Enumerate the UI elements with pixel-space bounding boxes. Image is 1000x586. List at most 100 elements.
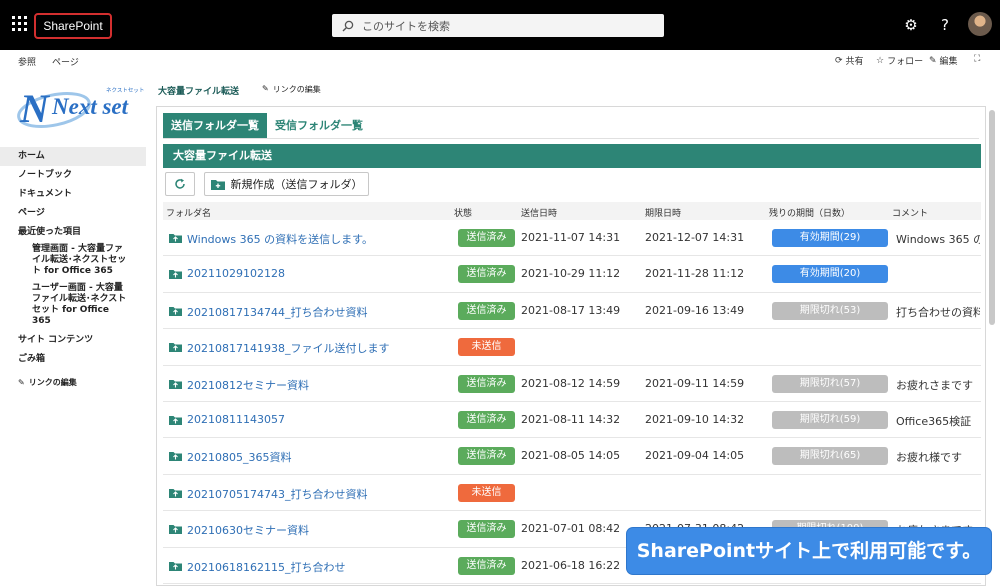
sent-date: 2021-08-12 14:59 [521, 376, 621, 390]
pencil-icon: ✎ [262, 84, 269, 93]
edit-button[interactable]: ✎ 編集 [929, 54, 958, 68]
sent-date: 2021-11-07 14:31 [521, 231, 621, 244]
folder-name-link[interactable]: 20210618162115_打ち合わせ [187, 559, 345, 575]
comment-text: 打ち合わせの資料 [896, 305, 980, 319]
folder-icon [169, 561, 182, 571]
col-sent-date[interactable]: 送信日時 [521, 206, 557, 219]
expire-date: 2021-11-28 11:12 [645, 267, 745, 281]
new-sent-folder-button[interactable]: 新規作成（送信フォルダ） [204, 172, 369, 196]
tab-sent-folders[interactable]: 送信フォルダ一覧 [163, 113, 267, 139]
pencil-icon: ✎ [929, 55, 937, 66]
tab-divider [163, 138, 979, 139]
table-row: 20210817141938_ファイル送付します 未送信 [163, 329, 981, 366]
sharepoint-brand-link[interactable]: SharePoint [34, 13, 112, 39]
command-bar: 参照 ページ ⟳ 共有 ☆ フォロー ✎ 編集 ⛶ [0, 50, 1000, 72]
sent-date: 2021-10-29 11:12 [521, 267, 621, 281]
col-remaining[interactable]: 残りの期間（日数） [769, 206, 850, 219]
nav-item-site-contents[interactable]: サイト コンテンツ [0, 331, 146, 350]
folder-icon-wrap [169, 415, 182, 428]
folder-name-link[interactable]: 20210811143057 [187, 413, 285, 426]
folder-name-link[interactable]: 20210805_365資料 [187, 449, 291, 465]
nextset-logo[interactable]: N Next set ネクストセット [14, 80, 146, 136]
sent-date: 2021-08-05 14:05 [521, 449, 621, 463]
status-badge: 送信済み [458, 374, 515, 393]
focus-mode-icon[interactable]: ⛶ [974, 54, 980, 64]
status-badge: 送信済み [458, 229, 515, 247]
nav-item-recent[interactable]: 最近使った項目 [0, 223, 146, 242]
pencil-icon: ✎ [18, 378, 25, 387]
folder-icon-wrap [169, 451, 182, 464]
share-label: 共有 [845, 57, 864, 67]
expire-date: 2021-09-04 14:05 [645, 449, 745, 463]
sent-date: 2021-07-01 08:42 [521, 522, 621, 536]
site-search-box[interactable]: このサイトを検索 [332, 14, 664, 37]
share-icon: ⟳ [835, 55, 843, 66]
col-expire-date[interactable]: 期限日時 [645, 206, 681, 219]
header-edit-links-label: リンクの編集 [272, 85, 321, 94]
col-comment[interactable]: コメント [892, 206, 928, 219]
logo-text: Next set [51, 94, 129, 119]
col-folder-name[interactable]: フォルダ名 [166, 206, 211, 219]
nav-item-home[interactable]: ホーム [0, 147, 146, 166]
folder-name-link[interactable]: 20210817141938_ファイル送付します [187, 340, 389, 356]
status-badge: 送信済み [458, 301, 515, 320]
folder-icon [169, 379, 182, 389]
folder-name-link[interactable]: 20210705174743_打ち合わせ資料 [187, 486, 367, 502]
page-title[interactable]: 大容量ファイル転送 [158, 84, 239, 97]
folder-name-link[interactable]: 20210817134744_打ち合わせ資料 [187, 304, 367, 320]
header-edit-links[interactable]: ✎ リンクの編集 [262, 84, 321, 95]
settings-gear-icon[interactable]: ⚙ [900, 14, 922, 36]
nav-item-notebook[interactable]: ノートブック [0, 166, 146, 185]
folder-tabs: 送信フォルダ一覧 受信フォルダ一覧 [163, 113, 371, 139]
search-icon [342, 20, 354, 31]
folder-name-link[interactable]: 20211029102128 [187, 267, 285, 280]
follow-button[interactable]: ☆ フォロー [876, 54, 923, 68]
share-button[interactable]: ⟳ 共有 [835, 54, 864, 68]
app-launcher-icon[interactable] [12, 16, 28, 32]
help-icon[interactable]: ? [934, 14, 956, 36]
folder-icon-wrap [169, 379, 182, 392]
remaining-badge: 有効期間(20) [772, 265, 888, 284]
table-header: フォルダ名 状態 送信日時 期限日時 残りの期間（日数） コメント [163, 202, 981, 220]
comment-text: お疲れさまです [896, 378, 973, 392]
folder-icon-wrap [169, 233, 182, 246]
status-badge: 送信済み [458, 556, 515, 575]
status-badge: 送信済み [458, 265, 515, 284]
col-status[interactable]: 状態 [454, 206, 472, 219]
nav-edit-links[interactable]: ✎ リンクの編集 [0, 369, 146, 396]
svg-text:N: N [19, 86, 51, 131]
remaining-badge: 期限切れ(57) [772, 374, 888, 393]
nav-recent-admin[interactable]: 管理画面 - 大容量ファイル転送･ネクストセット for Office 365 [0, 242, 146, 281]
nav-recent-user[interactable]: ユーザー画面 - 大容量ファイル転送･ネクストセット for Office 36… [0, 281, 146, 331]
tab-received-folders[interactable]: 受信フォルダ一覧 [267, 113, 371, 139]
folder-icon-wrap [169, 306, 182, 319]
browse-tab[interactable]: 参照 [18, 55, 36, 68]
folder-icon [169, 234, 182, 243]
nav-item-documents[interactable]: ドキュメント [0, 185, 146, 204]
folder-name-link[interactable]: 20210630セミナー資料 [187, 522, 309, 538]
folder-icon-wrap [169, 342, 182, 355]
refresh-button[interactable] [165, 172, 195, 196]
page-scrollbar[interactable] [988, 106, 996, 584]
sent-date: 2021-08-11 14:32 [521, 412, 621, 426]
section-banner: 大容量ファイル転送 [163, 144, 981, 168]
table-row: 20210811143057 送信済み 2021-08-11 14:32 2021-0… [163, 402, 981, 439]
nav-item-pages[interactable]: ページ [0, 204, 146, 223]
table-row: 20210705174743_打ち合わせ資料 未送信 [163, 475, 981, 512]
folder-add-icon [210, 179, 225, 190]
folder-icon-wrap [169, 524, 182, 537]
avatar[interactable] [968, 12, 992, 36]
folder-name-link[interactable]: Windows 365 の資料を送信します。 [187, 231, 373, 247]
folder-name-link[interactable]: 20210812セミナー資料 [187, 377, 309, 393]
page-tab[interactable]: ページ [52, 55, 79, 68]
status-badge: 送信済み [458, 410, 515, 429]
expire-date: 2021-12-07 14:31 [645, 231, 745, 244]
nav-item-recycle-bin[interactable]: ごみ箱 [0, 350, 146, 369]
folder-icon-wrap [169, 561, 182, 574]
comment-text: Windows 365 の [896, 233, 980, 246]
folder-icon [169, 343, 182, 353]
scrollbar-thumb[interactable] [989, 110, 995, 325]
file-transfer-webpart: 送信フォルダ一覧 受信フォルダ一覧 大容量ファイル転送 新規作成（送信フォルダ）… [156, 106, 986, 586]
expire-date: 2021-09-11 14:59 [645, 376, 745, 390]
table-row: 20210812セミナー資料 送信済み 2021-08-12 14:59 2021-0… [163, 366, 981, 402]
